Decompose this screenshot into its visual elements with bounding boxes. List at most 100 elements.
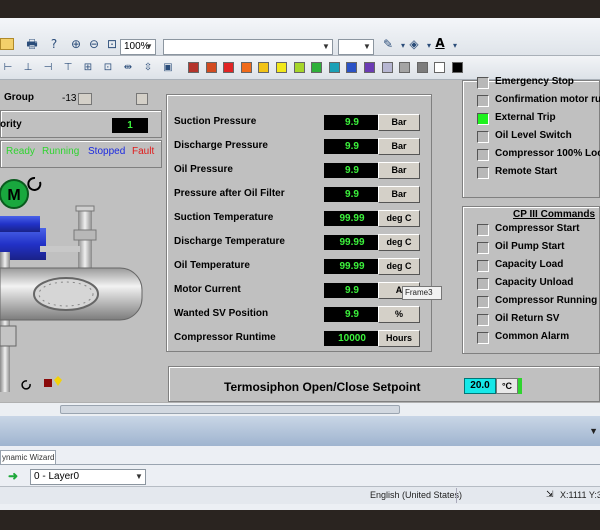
command-indicator[interactable] <box>477 278 489 290</box>
color-swatch[interactable] <box>346 62 358 73</box>
status-indicator <box>477 149 489 161</box>
legend-fault: Fault <box>132 146 155 157</box>
measurement-unit: deg C <box>378 234 420 251</box>
group-value: -13 <box>62 93 77 104</box>
measurement-value: 99.99 <box>324 211 380 226</box>
compressor-graphic: M <box>0 176 143 392</box>
measurement-unit: deg C <box>378 258 420 275</box>
layer-value: 0 - Layer0 <box>34 471 80 482</box>
chevron-down-icon: ▼ <box>363 42 371 51</box>
measurement-label: Pressure after Oil Filter <box>174 188 285 199</box>
align-left-icon[interactable]: ⊢ <box>0 60 16 76</box>
color-swatch[interactable] <box>328 62 340 73</box>
zoom-in-icon[interactable]: ⊕ <box>68 36 84 52</box>
chevron-down-icon: ▼ <box>135 472 143 481</box>
color-swatch[interactable] <box>240 62 252 73</box>
space-horizontal-icon[interactable]: ⇹ <box>120 60 136 76</box>
measurement-value: 9.9 <box>324 187 380 202</box>
scrollbar-thumb[interactable] <box>60 405 400 414</box>
color-swatch[interactable] <box>293 62 305 73</box>
setpoint-indicator <box>518 378 522 394</box>
measurement-value: 10000 <box>324 331 380 346</box>
measurement-unit: deg C <box>378 210 420 227</box>
fill-color-icon[interactable]: ◈ <box>406 36 422 52</box>
color-swatch[interactable] <box>364 62 375 73</box>
cp3-title: CP III Commands <box>513 209 596 220</box>
status-label: Oil Level Switch <box>495 130 572 141</box>
font-color-icon[interactable]: A <box>432 35 448 51</box>
align-right-icon[interactable]: ⊣ <box>40 60 56 76</box>
font-combo[interactable]: ▼ <box>163 39 333 55</box>
align-top-icon[interactable]: ⊤ <box>60 60 76 76</box>
measurement-label: Oil Temperature <box>174 260 250 271</box>
chevron-down-icon[interactable]: ▼ <box>589 426 598 436</box>
command-indicator[interactable] <box>477 260 489 272</box>
language-indicator: English (United States) <box>370 490 463 500</box>
line-color-icon[interactable]: ✎ <box>380 36 396 52</box>
measurement-value: 9.9 <box>324 115 380 130</box>
status-label: Confirmation motor run <box>495 94 600 105</box>
color-swatch[interactable] <box>311 62 323 73</box>
color-swatch[interactable] <box>258 62 270 73</box>
align-middle-icon[interactable]: ⊞ <box>80 60 96 76</box>
tab-divider <box>0 464 600 465</box>
frame-tooltip: Frame3 <box>402 286 442 300</box>
motor-letter: M <box>7 187 20 204</box>
status-divider <box>456 488 457 503</box>
color-swatch[interactable] <box>205 62 217 73</box>
status-label: Emergency Stop <box>495 76 574 87</box>
tab-dynamic-wizard[interactable]: ynamic Wizard <box>0 450 56 464</box>
color-swatch[interactable] <box>223 62 235 73</box>
color-swatch[interactable] <box>452 62 463 73</box>
help-pointer-icon[interactable]: ? <box>46 36 62 52</box>
command-indicator[interactable] <box>477 332 489 344</box>
align-center-icon[interactable]: ⊥ <box>20 60 36 76</box>
color-swatch[interactable] <box>416 62 428 73</box>
color-swatch[interactable] <box>188 62 199 73</box>
layer-combo[interactable]: 0 - Layer0 ▼ <box>30 469 146 485</box>
size-combo[interactable]: ▼ <box>338 39 374 55</box>
command-label: Compressor Running a <box>495 295 600 306</box>
color-swatch[interactable] <box>399 62 411 73</box>
group-spinner-right[interactable] <box>136 93 148 105</box>
command-indicator[interactable] <box>477 314 489 326</box>
measurement-label: Motor Current <box>174 284 241 295</box>
group-spinner[interactable] <box>78 93 92 105</box>
coordinates-icon: ⇲ <box>546 489 554 499</box>
color-swatch[interactable] <box>434 62 446 73</box>
color-swatch[interactable] <box>381 62 393 73</box>
measurement-label: Compressor Runtime <box>174 332 276 343</box>
align-bottom-icon[interactable]: ⊡ <box>100 60 116 76</box>
zoom-fit-icon[interactable]: ⊡ <box>104 36 120 52</box>
group-label: Group <box>4 92 34 103</box>
status-indicator <box>477 131 489 143</box>
priority-value: 1 <box>112 118 148 133</box>
arrow-right-icon[interactable]: ➜ <box>8 470 22 482</box>
setpoint-input[interactable]: 20.0 <box>464 378 496 394</box>
coordinates-readout: X:1111 Y:35 <box>560 490 600 500</box>
measurement-label: Discharge Pressure <box>174 140 268 151</box>
priority-label: ority <box>0 119 22 130</box>
measurement-label: Suction Pressure <box>174 116 257 127</box>
chevron-down-icon[interactable]: ▾ <box>447 38 463 54</box>
print-preview-icon[interactable]: 🖶 <box>24 36 40 52</box>
measurement-label: Suction Temperature <box>174 212 274 223</box>
status-label: Remote Start <box>495 166 558 177</box>
command-indicator[interactable] <box>477 242 489 254</box>
group-icon[interactable]: ▣ <box>160 60 176 76</box>
setpoint-unit: °C <box>496 378 518 394</box>
legend-running: Running <box>42 146 80 157</box>
open-folder-icon[interactable] <box>0 38 14 50</box>
color-swatch[interactable] <box>276 62 287 73</box>
space-vertical-icon[interactable]: ⇳ <box>140 60 156 76</box>
hmi-canvas: Group -13 ority 1 Ready Running Stopped … <box>0 76 600 402</box>
horizontal-scrollbar[interactable] <box>0 402 600 416</box>
zoom-combo[interactable]: 100% ▼ <box>120 39 156 55</box>
measurement-label: Oil Pressure <box>174 164 233 175</box>
status-indicator <box>477 113 489 125</box>
command-indicator[interactable] <box>477 224 489 236</box>
command-indicator[interactable] <box>477 296 489 308</box>
zoom-out-icon[interactable]: ⊖ <box>86 36 102 52</box>
legend-ready: Ready <box>6 146 35 157</box>
status-label: Compressor 100% Loc <box>495 148 600 159</box>
